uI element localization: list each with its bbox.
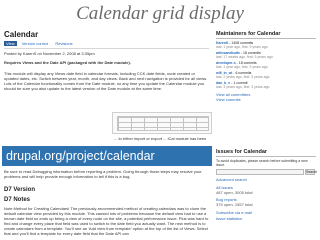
- maintainer-item: KarenS - 1408 commits last: 1 year ago, …: [216, 41, 316, 49]
- issues-heading: Issues for Calendar: [216, 149, 316, 157]
- commit-dates: last: 17 weeks ago, first: 3 years ago: [216, 55, 273, 60]
- view-commits-link[interactable]: View commits: [216, 97, 316, 102]
- screenshot: Calendar View Version control Revisions …: [2, 28, 318, 240]
- project-url-banner: drupal.org/project/calendar: [2, 146, 212, 166]
- notes-paragraph: Note Method for Creating Calendars! The …: [4, 206, 209, 236]
- subscribe-link[interactable]: Subscribe via e-mail: [216, 210, 316, 215]
- slide-title: Calendar grid display: [76, 3, 244, 24]
- tab-bar: View Version control Revisions: [4, 41, 77, 46]
- issue-statistics-link[interactable]: Issue statistics: [216, 216, 316, 221]
- divider: [4, 48, 209, 49]
- maintainers-heading: Maintainers for Calendar: [216, 31, 316, 39]
- project-main: Calendar View Version control Revisions …: [2, 28, 214, 240]
- requires-text: Requires Views and the Date API (package…: [4, 60, 131, 65]
- issues-hint: To avoid duplicates, please search befor…: [216, 159, 308, 168]
- advanced-search-link[interactable]: Advanced search: [216, 177, 316, 182]
- ical-note: ... to either import or export ... iCal …: [114, 136, 207, 141]
- d7-version-heading: D7 Version: [4, 187, 36, 193]
- tab-revisions[interactable]: Revisions: [53, 41, 74, 46]
- debugging-paragraph: Be sure to read Debugging information be…: [4, 169, 202, 179]
- description-paragraph: This module will display any Views date …: [4, 71, 208, 91]
- maintainer-item: arlinsandbulte - 18 commits last: 17 wee…: [216, 51, 316, 59]
- posted-by: Posted by KarenS on November 2, 2008 at …: [4, 51, 95, 56]
- tab-version-control[interactable]: Version control: [20, 41, 50, 46]
- sidebar: Maintainers for Calendar KarenS - 1408 c…: [216, 28, 318, 240]
- all-issues-count: 487 open, 3005 total: [216, 190, 253, 195]
- issue-search-button[interactable]: Search: [305, 169, 317, 175]
- bug-reports-count: 375 open, 1557 total: [216, 202, 253, 207]
- maintainer-item: dan_b_e - 1 commit last: 3 years ago, fi…: [216, 81, 316, 89]
- calendar-preview-image: [112, 112, 212, 134]
- tab-view[interactable]: View: [4, 41, 17, 46]
- commit-dates: last: 3 years ago, first: 3 years ago: [216, 85, 270, 90]
- page-title: Calendar: [4, 30, 39, 39]
- commit-dates: last: 2 years ago, first: 3 years ago: [216, 75, 270, 80]
- commit-dates: last: 1 year ago, first: 3 years ago: [216, 65, 268, 70]
- issue-search-input[interactable]: [216, 169, 304, 175]
- d7-notes-heading: D7 Notes: [4, 197, 31, 203]
- calendar-grid-thumbnail: [117, 116, 209, 131]
- maintainer-item: will_in_wi - 6 commits last: 2 years ago…: [216, 71, 316, 79]
- maintainer-item: developer-x - 18 commits last: 1 year ag…: [216, 61, 316, 69]
- commit-dates: last: 1 year ago, first: 9 years ago: [216, 45, 268, 50]
